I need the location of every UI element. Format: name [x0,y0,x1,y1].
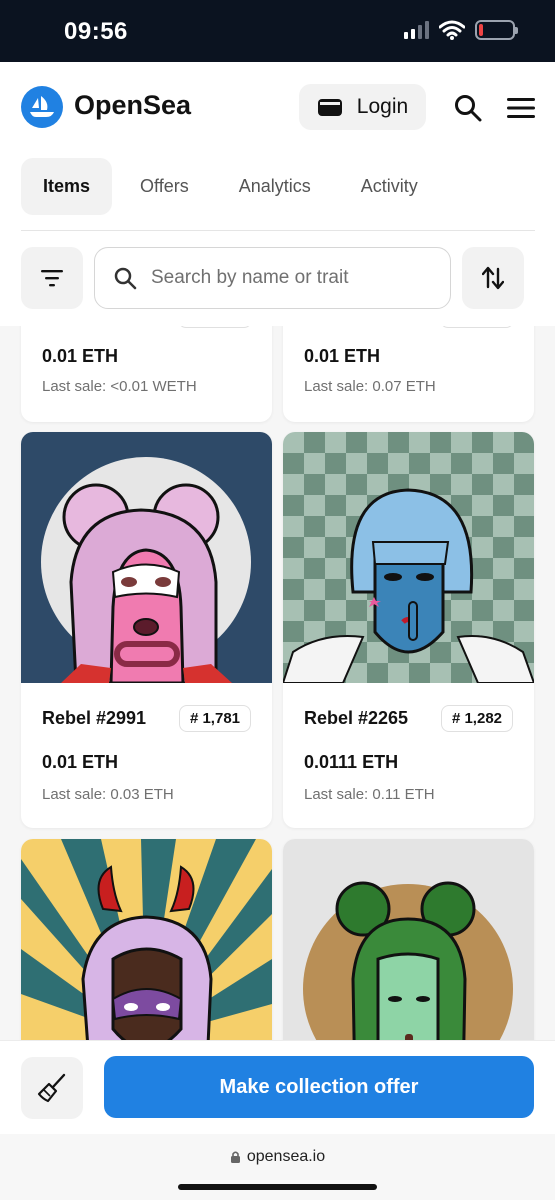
nft-card[interactable] [21,839,272,1040]
search-icon[interactable] [452,92,484,124]
lock-icon [230,1151,240,1163]
nft-card[interactable]: Rebel #2265 # 1,282 0.0111 ETH Last sale… [283,432,534,828]
rank-badge: # 1,282 [440,705,513,732]
card-last-sale: Last sale: 0.03 ETH [42,786,174,803]
nft-card[interactable]: 0.01 ETH Last sale: 0.07 ETH [283,326,534,422]
browser-url-bar: opensea.io [0,1134,555,1200]
rank-badge [178,326,252,328]
wallet-icon [317,99,342,116]
menu-icon[interactable] [505,92,537,124]
url-text: opensea.io [246,1148,326,1165]
filter-icon [41,270,63,287]
tab-bar: Items Offers Analytics Activity [21,158,535,215]
search-icon [114,267,137,290]
make-collection-offer-button[interactable]: Make collection offer [104,1056,534,1118]
card-last-sale: Last sale: 0.11 ETH [304,786,435,803]
rank-badge: # 1,781 [178,705,251,732]
card-price: 0.01 ETH [42,752,119,772]
opensea-logo-icon[interactable] [21,86,63,128]
item-grid: 0.01 ETH Last sale: <0.01 WETH 0.01 ETH … [0,326,555,1040]
clock: 09:56 [64,18,128,45]
rank-badge [440,326,514,328]
filter-button[interactable] [21,247,83,309]
nft-image[interactable] [283,839,534,1040]
nft-card[interactable]: 0.01 ETH Last sale: <0.01 WETH [21,326,272,422]
cellular-signal-icon [404,21,429,39]
status-icons [404,20,518,40]
nft-image[interactable] [21,839,272,1040]
tab-analytics[interactable]: Analytics [217,158,333,215]
broom-icon [37,1073,66,1103]
search-bar [94,247,451,309]
card-price: 0.01 ETH [304,346,381,366]
card-price: 0.01 ETH [42,346,119,366]
tab-offers[interactable]: Offers [118,158,211,215]
sort-arrows-icon [482,266,504,290]
nft-card[interactable]: Rebel #2991 # 1,781 0.01 ETH Last sale: … [21,432,272,828]
card-last-sale: Last sale: <0.01 WETH [42,378,197,395]
nft-card[interactable] [283,839,534,1040]
sweep-button[interactable] [21,1057,83,1119]
card-last-sale: Last sale: 0.07 ETH [304,378,436,395]
home-indicator[interactable] [178,1184,377,1190]
divider [21,230,535,231]
tab-items[interactable]: Items [21,158,113,215]
wifi-icon [439,20,465,40]
search-input[interactable] [151,267,411,289]
status-bar: 09:56 [0,0,555,62]
url-display[interactable]: opensea.io [0,1148,555,1166]
nft-image[interactable] [283,432,534,683]
tab-activity[interactable]: Activity [339,158,440,215]
brand-name[interactable]: OpenSea [74,90,191,121]
bottom-action-bar: Make collection offer [0,1040,555,1134]
battery-icon [475,20,518,40]
login-button[interactable]: Login [299,84,426,130]
login-label: Login [356,95,409,118]
app-header: OpenSea Login [0,62,555,154]
sort-button[interactable] [462,247,524,309]
card-name: Rebel #2991 [42,708,147,728]
card-name: Rebel #2265 [304,708,409,728]
card-price: 0.0111 ETH [304,752,399,772]
nft-image[interactable] [21,432,272,683]
filter-toolbar [0,246,555,310]
